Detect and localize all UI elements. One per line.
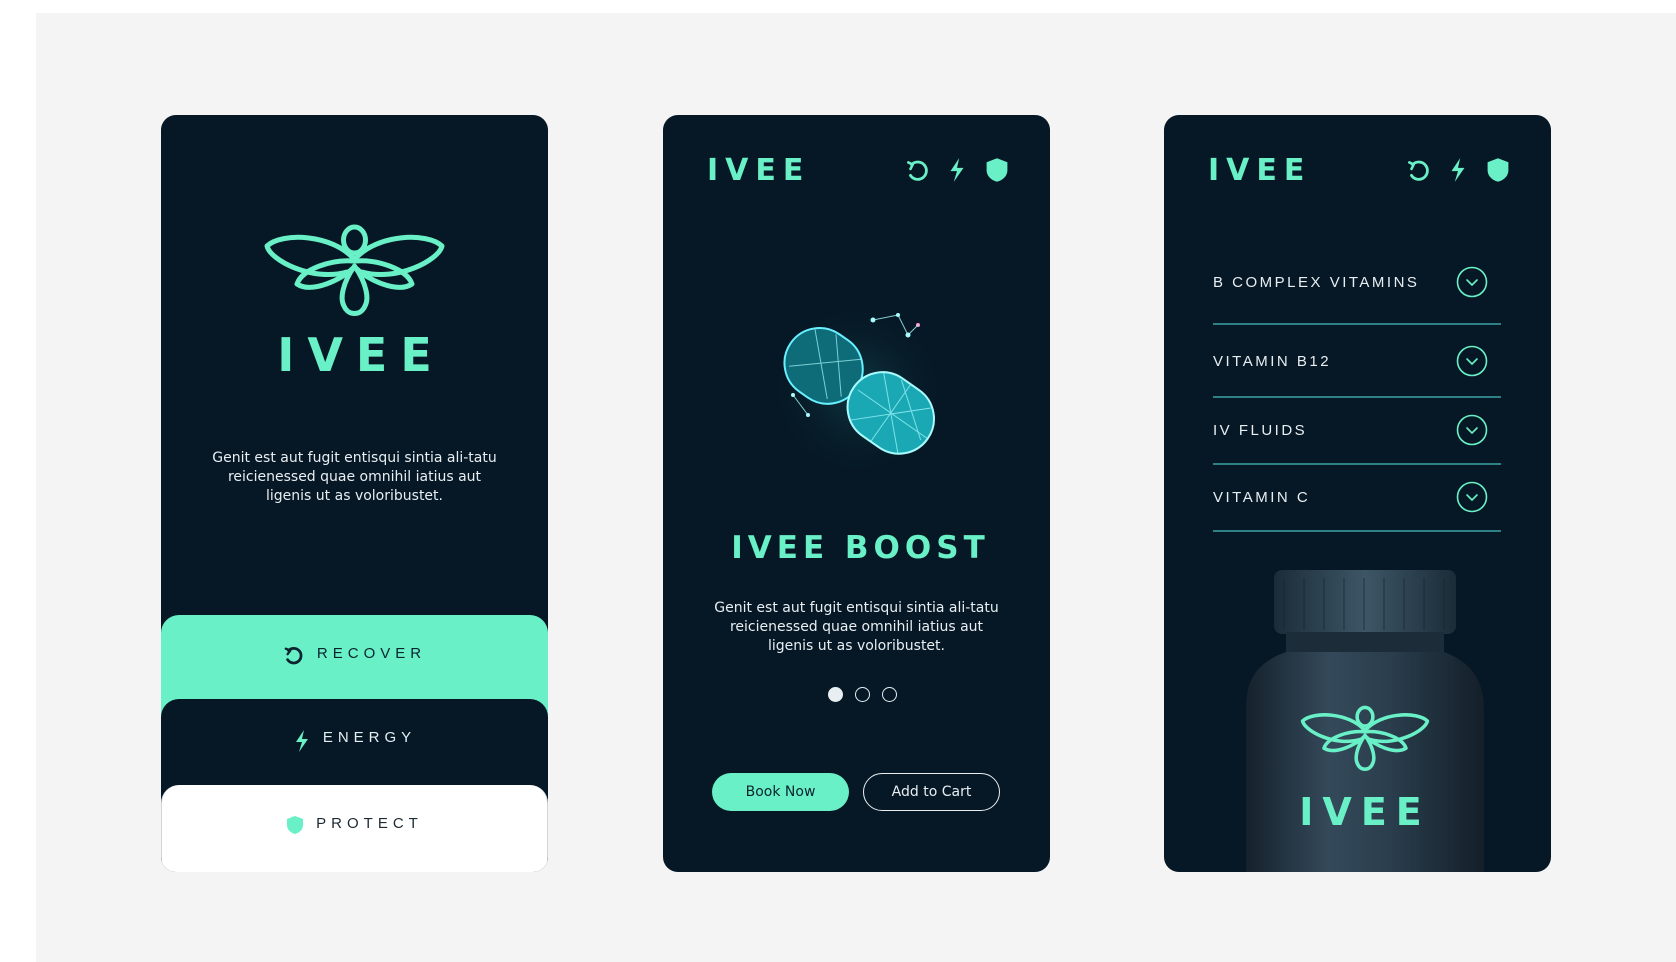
carousel-dot-1[interactable]	[828, 687, 843, 702]
shield-icon[interactable]	[984, 157, 1010, 183]
book-now-button[interactable]: Book Now	[712, 773, 849, 811]
logo-wordmark: IVEE	[277, 328, 445, 382]
ingredients-accordion: B COMPLEX VITAMINS VITAMIN B12 IV FLUIDS…	[1213, 245, 1501, 532]
accordion-item-b-complex[interactable]: B COMPLEX VITAMINS	[1213, 245, 1501, 325]
bottle-label: IVEE	[1299, 790, 1430, 834]
lightning-icon[interactable]	[944, 157, 970, 183]
shield-icon	[287, 816, 304, 834]
chevron-down-icon[interactable]	[1456, 481, 1488, 513]
accordion-item-label: VITAMIN C	[1213, 489, 1311, 506]
add-to-cart-button[interactable]: Add to Cart	[863, 773, 1000, 811]
product-description: Genit est aut fugit entisqui sintia ali-…	[714, 600, 999, 654]
accordion-item-label: B COMPLEX VITAMINS	[1213, 274, 1420, 291]
accordion-item-iv-fluids[interactable]: IV FLUIDS	[1213, 398, 1501, 465]
lightning-icon	[295, 730, 308, 752]
tab-protect[interactable]: PROTECT	[161, 785, 548, 872]
product-title: IVEE BOOST	[731, 530, 990, 566]
lightning-icon[interactable]	[1445, 157, 1471, 183]
accordion-item-label: VITAMIN B12	[1213, 353, 1332, 370]
shield-icon[interactable]	[1485, 157, 1511, 183]
brand-logo: IVEE	[1208, 153, 1312, 188]
carousel-dot-3[interactable]	[882, 687, 897, 702]
tab-energy-label: ENERGY	[322, 729, 417, 746]
recover-icon[interactable]	[1405, 157, 1431, 183]
header-icons	[1405, 157, 1511, 183]
screen-product: IVEE IVEE BOOST Genit est aut fugit enti…	[663, 115, 1050, 872]
chevron-down-icon[interactable]	[1456, 266, 1488, 298]
supplement-bottle-icon: IVEE	[1246, 570, 1484, 872]
screen-intro: IVEE Genit est aut fugit entisqui sintia…	[161, 115, 548, 872]
accordion-item-vitamin-c[interactable]: VITAMIN C	[1213, 465, 1501, 532]
ivee-logo-icon	[262, 224, 447, 324]
accordion-item-vitamin-b12[interactable]: VITAMIN B12	[1213, 325, 1501, 398]
brand-logo: IVEE	[707, 153, 811, 188]
tab-protect-label: PROTECT	[316, 815, 423, 832]
header-icons	[904, 157, 1010, 183]
recover-icon	[284, 646, 303, 665]
screen-ingredients: IVEE B COMPLEX VITAMINS VITAMIN B12 IV F…	[1164, 115, 1551, 872]
capsule-illustration-icon	[768, 300, 948, 480]
intro-text: Genit est aut fugit entisqui sintia ali-…	[212, 450, 497, 504]
tab-recover-label: RECOVER	[316, 645, 427, 662]
accordion-item-label: IV FLUIDS	[1213, 422, 1308, 439]
chevron-down-icon[interactable]	[1456, 414, 1488, 446]
carousel-dot-2[interactable]	[855, 687, 870, 702]
recover-icon[interactable]	[904, 157, 930, 183]
carousel-dots	[663, 687, 1050, 702]
chevron-down-icon[interactable]	[1456, 345, 1488, 377]
